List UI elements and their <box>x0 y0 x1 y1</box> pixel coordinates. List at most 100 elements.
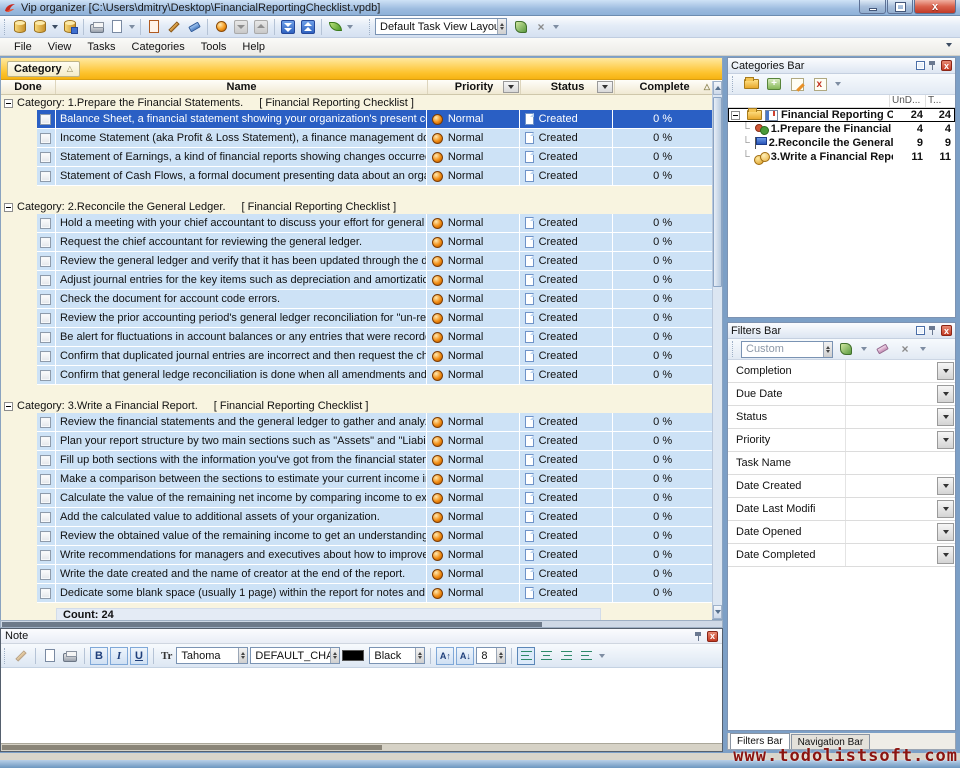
bold-button[interactable]: B <box>90 647 108 665</box>
done-checkbox[interactable] <box>40 512 51 523</box>
tree-category-item[interactable]: └2.Reconcile the General Ledge99 <box>728 136 955 150</box>
complete-task-button[interactable] <box>211 18 231 36</box>
combo-spinner[interactable] <box>823 342 832 357</box>
scrollbar-thumb[interactable] <box>2 622 542 627</box>
filter-leaf-button[interactable] <box>325 18 345 36</box>
undone-column-header[interactable]: UnD... <box>889 95 925 107</box>
menu-tasks[interactable]: Tasks <box>79 39 123 55</box>
task-row[interactable]: Adjust journal entries for the key items… <box>37 271 712 290</box>
task-row[interactable]: Add the calculated value to additional a… <box>37 508 712 527</box>
filter-preset-combobox[interactable]: Custom <box>741 341 833 358</box>
note-close-button[interactable]: x <box>707 631 718 642</box>
combo-spinner[interactable] <box>496 648 505 663</box>
done-checkbox[interactable] <box>40 569 51 580</box>
note-toolbar-dropdown-icon[interactable] <box>599 654 605 658</box>
underline-button[interactable]: U <box>130 647 148 665</box>
done-checkbox[interactable] <box>40 313 51 324</box>
priority-filter-button[interactable] <box>503 81 519 93</box>
delete-filter-button[interactable]: × <box>895 340 915 358</box>
collapse-group-icon[interactable] <box>4 402 13 411</box>
done-checkbox[interactable] <box>40 474 51 485</box>
done-checkbox[interactable] <box>40 550 51 561</box>
new-category-group-button[interactable] <box>741 75 761 93</box>
align-center-button[interactable] <box>537 647 555 665</box>
task-row[interactable]: Statement of Earnings, a kind of financi… <box>37 148 712 167</box>
open-database-button[interactable] <box>30 18 50 36</box>
task-row[interactable]: Review the financial statements and the … <box>37 413 712 432</box>
charset-combobox[interactable]: DEFAULT_CHAR <box>250 647 340 664</box>
collapse-group-icon[interactable] <box>4 203 13 212</box>
task-row[interactable]: Dedicate some blank space (usually 1 pag… <box>37 584 712 603</box>
done-checkbox[interactable] <box>40 171 51 182</box>
done-checkbox[interactable] <box>40 436 51 447</box>
move-down-button[interactable] <box>231 18 251 36</box>
group-header-row[interactable]: Category: 2.Reconcile the General Ledger… <box>1 200 712 214</box>
done-checkbox[interactable] <box>40 218 51 229</box>
column-header-status[interactable]: Status <box>521 80 615 94</box>
task-row[interactable]: Review the general ledger and verify tha… <box>37 252 712 271</box>
column-header-done[interactable]: Done <box>1 80 56 94</box>
layout-dropdown-icon[interactable] <box>553 25 559 29</box>
task-row[interactable]: Fill up both sections with the informati… <box>37 451 712 470</box>
task-row[interactable]: Calculate the value of the remaining net… <box>37 489 712 508</box>
done-checkbox[interactable] <box>40 152 51 163</box>
column-header-complete[interactable]: Complete <box>615 80 714 94</box>
scroll-down-button[interactable] <box>713 605 722 619</box>
size-combobox[interactable]: 8 <box>476 647 506 664</box>
menu-view[interactable]: View <box>40 39 80 55</box>
new-category-button[interactable]: + <box>764 75 784 93</box>
task-row[interactable]: Be alert for fluctuations in account bal… <box>37 328 712 347</box>
expand-all-button[interactable] <box>278 18 298 36</box>
note-text-area[interactable] <box>1 669 722 743</box>
status-filter-button[interactable] <box>597 81 613 93</box>
done-checkbox[interactable] <box>40 455 51 466</box>
combo-spinner[interactable] <box>238 648 247 663</box>
task-row[interactable]: Review the prior accounting period's gen… <box>37 309 712 328</box>
panel-pin-button[interactable] <box>928 325 939 336</box>
open-database-dropdown-icon[interactable] <box>52 25 58 29</box>
filter-value-dropdown-button[interactable] <box>937 385 954 403</box>
panel-close-button[interactable]: x <box>941 60 952 71</box>
print-dropdown-icon[interactable] <box>129 25 135 29</box>
done-checkbox[interactable] <box>40 370 51 381</box>
menu-categories[interactable]: Categories <box>124 39 193 55</box>
panel-restore-button[interactable] <box>915 325 926 336</box>
new-database-button[interactable] <box>10 18 30 36</box>
layout-combobox[interactable]: Default Task View Layout <box>375 18 507 35</box>
combo-spinner[interactable] <box>497 19 506 34</box>
filter-value-dropdown-button[interactable] <box>937 546 954 564</box>
color-combobox[interactable]: Black <box>369 647 425 664</box>
combo-spinner[interactable] <box>415 648 424 663</box>
minimize-button[interactable] <box>859 0 886 14</box>
leaf-dropdown-icon[interactable] <box>347 25 353 29</box>
filter-value-dropdown-button[interactable] <box>937 500 954 518</box>
done-checkbox[interactable] <box>40 133 51 144</box>
menu-help[interactable]: Help <box>234 39 273 55</box>
tree-category-item[interactable]: └3.Write a Financial Report.1111 <box>728 150 955 164</box>
note-horizontal-scrollbar[interactable] <box>1 743 722 751</box>
scroll-up-button[interactable] <box>713 81 722 95</box>
done-checkbox[interactable] <box>40 114 51 125</box>
total-column-header[interactable]: T... <box>925 95 955 107</box>
task-row[interactable]: Hold a meeting with your chief accountan… <box>37 214 712 233</box>
save-filter-dropdown-icon[interactable] <box>861 347 867 351</box>
combo-spinner[interactable] <box>330 648 339 663</box>
task-row[interactable]: Income Statement (aka Profit & Loss Stat… <box>37 129 712 148</box>
done-checkbox[interactable] <box>40 275 51 286</box>
save-database-button[interactable] <box>60 18 80 36</box>
collapse-all-button[interactable] <box>298 18 318 36</box>
edit-category-button[interactable] <box>787 75 807 93</box>
filter-value-dropdown-button[interactable] <box>937 362 954 380</box>
delete-category-button[interactable]: x <box>810 75 830 93</box>
filter-value-dropdown-button[interactable] <box>937 431 954 449</box>
task-row[interactable]: Write the date created and the name of c… <box>37 565 712 584</box>
group-by-category-chip[interactable]: Category <box>7 61 80 77</box>
delete-layout-button[interactable]: × <box>531 18 551 36</box>
task-row[interactable]: Plan your report structure by two main s… <box>37 432 712 451</box>
task-row[interactable]: Make a comparison between the sections t… <box>37 470 712 489</box>
increase-font-button[interactable]: A↑ <box>436 647 454 665</box>
panel-pin-button[interactable] <box>928 60 939 71</box>
task-row[interactable]: Write recommendations for managers and e… <box>37 546 712 565</box>
task-row[interactable]: Request the chief accountant for reviewi… <box>37 233 712 252</box>
done-checkbox[interactable] <box>40 332 51 343</box>
